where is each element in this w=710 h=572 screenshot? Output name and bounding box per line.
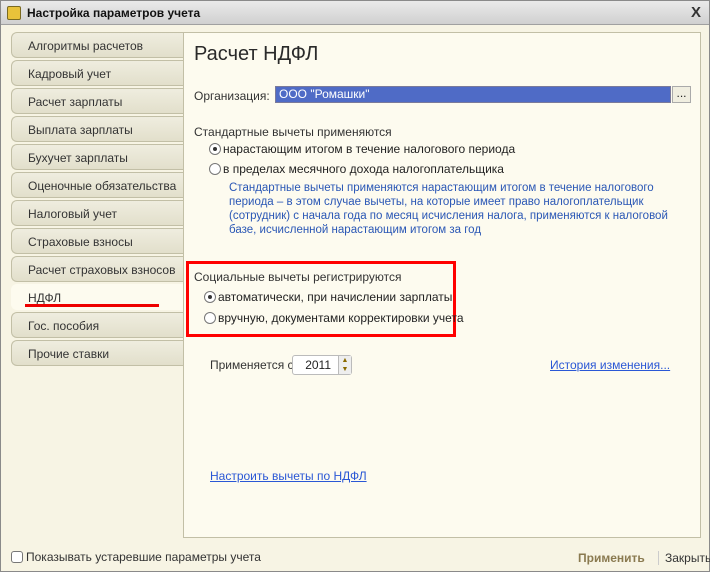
applies-from-label: Применяется с:	[210, 358, 297, 372]
social-auto-radio[interactable]: автоматически, при начислении зарплаты	[204, 290, 452, 304]
radio-label: автоматически, при начислении зарплаты	[218, 290, 453, 304]
footer: Показывать устаревшие параметры учета Пр…	[1, 539, 710, 571]
tab-payroll-accounting[interactable]: Бухучет зарплаты	[11, 144, 183, 170]
tab-benefits[interactable]: Гос. пособия	[11, 312, 183, 338]
history-link[interactable]: История изменения...	[550, 358, 670, 372]
tab-payroll-payment[interactable]: Выплата зарплаты	[11, 116, 183, 142]
close-icon[interactable]: X	[691, 4, 701, 21]
std-cumulative-radio[interactable]: нарастающим итогом в течение налогового …	[209, 142, 515, 156]
radio-label: нарастающим итогом в течение налогового …	[223, 142, 516, 156]
window-title: Настройка параметров учета	[27, 5, 201, 20]
tab-algorithms[interactable]: Алгоритмы расчетов	[11, 32, 183, 58]
radio-unchecked-icon	[209, 163, 221, 175]
radio-checked-icon	[204, 291, 216, 303]
radio-unchecked-icon	[204, 312, 216, 324]
settings-app-icon	[7, 5, 21, 20]
section-tabs: Алгоритмы расчетов Кадровый учет Расчет …	[11, 32, 183, 368]
apply-button[interactable]: Применить	[578, 551, 645, 565]
tab-tax-accounting[interactable]: Налоговый учет	[11, 200, 183, 226]
tab-other-rates[interactable]: Прочие ставки	[11, 340, 183, 366]
show-obsolete-checkbox[interactable]: Показывать устаревшие параметры учета	[11, 550, 261, 564]
org-select-button[interactable]: ...	[672, 86, 691, 103]
title-bar: Настройка параметров учета X	[1, 1, 709, 25]
close-button[interactable]: Закрыть	[658, 551, 710, 565]
std-deductions-label: Стандартные вычеты применяются	[194, 125, 392, 139]
settings-window: Настройка параметров учета X Алгоритмы р…	[0, 0, 710, 572]
year-value: 2011	[305, 358, 331, 372]
active-tab-underline	[25, 304, 159, 307]
spinner-arrows-icon[interactable]: ▲ ▼	[338, 356, 351, 374]
org-field[interactable]: ООО "Ромашки"	[275, 86, 671, 103]
tab-insurance[interactable]: Страховые взносы	[11, 228, 183, 254]
std-deductions-note: Стандартные вычеты применяются нарастающ…	[229, 182, 668, 236]
social-deductions-label: Социальные вычеты регистрируются	[194, 270, 402, 284]
org-label: Организация:	[194, 89, 270, 103]
tab-insurance-calc[interactable]: Расчет страховых взносов	[11, 256, 183, 282]
tab-payroll-calc[interactable]: Расчет зарплаты	[11, 88, 183, 114]
tab-hr[interactable]: Кадровый учет	[11, 60, 183, 86]
page-title: Расчет НДФЛ	[194, 43, 319, 65]
std-monthly-radio[interactable]: в пределах месячного дохода налогоплател…	[209, 162, 504, 176]
tab-estimated-liabilities[interactable]: Оценочные обязательства	[11, 172, 183, 198]
radio-label: вручную, документами корректировки учета	[218, 311, 464, 325]
checkbox-label: Показывать устаревшие параметры учета	[26, 550, 261, 564]
setup-deductions-link[interactable]: Настроить вычеты по НДФЛ	[210, 469, 367, 483]
radio-label: в пределах месячного дохода налогоплател…	[223, 162, 504, 176]
year-spinner[interactable]: 2011 ▲ ▼	[292, 355, 352, 375]
radio-checked-icon	[209, 143, 221, 155]
ndfl-panel: Расчет НДФЛ Организация: ООО "Ромашки" .…	[183, 32, 701, 538]
checkbox-icon	[11, 551, 23, 563]
social-manual-radio[interactable]: вручную, документами корректировки учета	[204, 311, 464, 325]
